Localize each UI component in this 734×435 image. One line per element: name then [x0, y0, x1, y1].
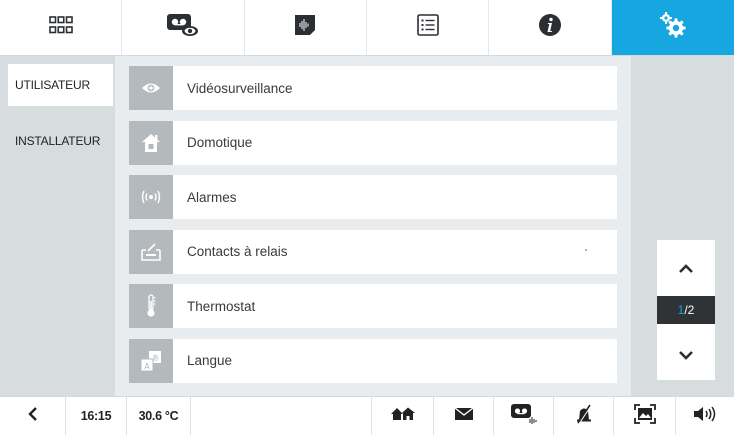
svg-text:あ: あ — [152, 354, 159, 362]
page-navigator: 1/2 — [657, 240, 715, 380]
list-item-label: Thermostat — [187, 298, 256, 314]
screen-fullscreen-icon — [633, 403, 656, 429]
list-item-contacts-a-relais[interactable]: Contacts à relais — [129, 229, 617, 274]
list-item-thermostat[interactable]: Thermostat — [129, 284, 617, 329]
video-message-icon — [165, 12, 201, 43]
back-arrow-icon — [27, 406, 38, 427]
ringer-off-icon — [575, 404, 593, 429]
list-icon — [416, 14, 439, 41]
page-up-button[interactable] — [657, 250, 715, 290]
chevron-up-icon — [678, 261, 694, 279]
tab-info[interactable] — [489, 0, 612, 55]
presence-home-icon — [390, 407, 416, 426]
volume-icon — [693, 406, 717, 427]
top-navigation-bar — [0, 0, 734, 56]
settings-gears-icon — [658, 11, 688, 44]
list-item-label: Vidéosurveillance — [187, 80, 293, 96]
decorative-dot — [585, 248, 587, 251]
tab-video-memo[interactable] — [122, 0, 245, 55]
status-bar-spacer — [191, 397, 372, 435]
video-memo-status[interactable] — [494, 397, 554, 435]
messages-status[interactable] — [434, 397, 494, 435]
apps-grid-icon — [48, 16, 73, 39]
total-pages: 2 — [687, 303, 695, 317]
back-button[interactable] — [0, 397, 66, 435]
tab-apps[interactable] — [0, 0, 123, 55]
sidebar-item-utilisateur[interactable]: UTILISATEUR — [8, 64, 113, 106]
tab-settings[interactable] — [611, 0, 734, 55]
thermometer-icon — [129, 284, 173, 329]
relay-contact-icon — [129, 229, 173, 274]
settings-list: Vidéosurveillance Domotique Alarmes Cont… — [129, 66, 617, 394]
list-item-alarmes[interactable]: Alarmes — [129, 175, 617, 220]
settings-sidebar: UTILISATEUR INSTALLATEUR — [8, 64, 113, 162]
list-item-label: Langue — [187, 353, 233, 369]
list-item-domotique[interactable]: Domotique — [129, 120, 617, 165]
current-page: 1 — [677, 303, 685, 317]
fullscreen-button[interactable] — [614, 397, 676, 435]
message-envelope-icon — [454, 406, 474, 426]
list-item-langue[interactable]: A あ Langue — [129, 338, 617, 383]
chevron-down-icon — [678, 347, 694, 365]
page-down-button[interactable] — [657, 336, 715, 376]
voice-memo-icon — [294, 14, 316, 41]
temperature: 30.6 °C — [127, 397, 191, 435]
svg-text:A: A — [144, 362, 150, 371]
list-item-label: Alarmes — [187, 189, 237, 205]
video-memo-icon — [510, 403, 538, 430]
time-text: 16:15 — [80, 409, 112, 423]
clock: 16:15 — [66, 397, 127, 435]
language-icon: A あ — [129, 338, 173, 383]
list-item-videosurveillance[interactable]: Vidéosurveillance — [129, 66, 617, 110]
info-icon — [538, 13, 562, 42]
presence-status[interactable] — [372, 397, 434, 435]
sidebar-item-installateur[interactable]: INSTALLATEUR — [8, 120, 113, 162]
list-item-label: Contacts à relais — [187, 244, 288, 260]
volume-button[interactable] — [676, 397, 734, 435]
page-indicator: 1/2 — [657, 296, 715, 324]
sidebar-item-label: UTILISATEUR — [15, 78, 90, 92]
alarm-signal-icon — [129, 175, 173, 220]
tab-voice-memo[interactable] — [245, 0, 367, 55]
home-automation-icon — [129, 120, 173, 165]
status-bar: 16:15 30.6 °C — [0, 396, 734, 435]
eye-icon — [129, 66, 173, 110]
settings-main-area: UTILISATEUR INSTALLATEUR Vidéosurveillan… — [0, 56, 734, 396]
list-item-label: Domotique — [187, 135, 253, 151]
sidebar-item-label: INSTALLATEUR — [15, 134, 101, 148]
temperature-text: 30.6 °C — [138, 409, 179, 423]
ringer-status[interactable] — [554, 397, 614, 435]
tab-list[interactable] — [367, 0, 490, 55]
